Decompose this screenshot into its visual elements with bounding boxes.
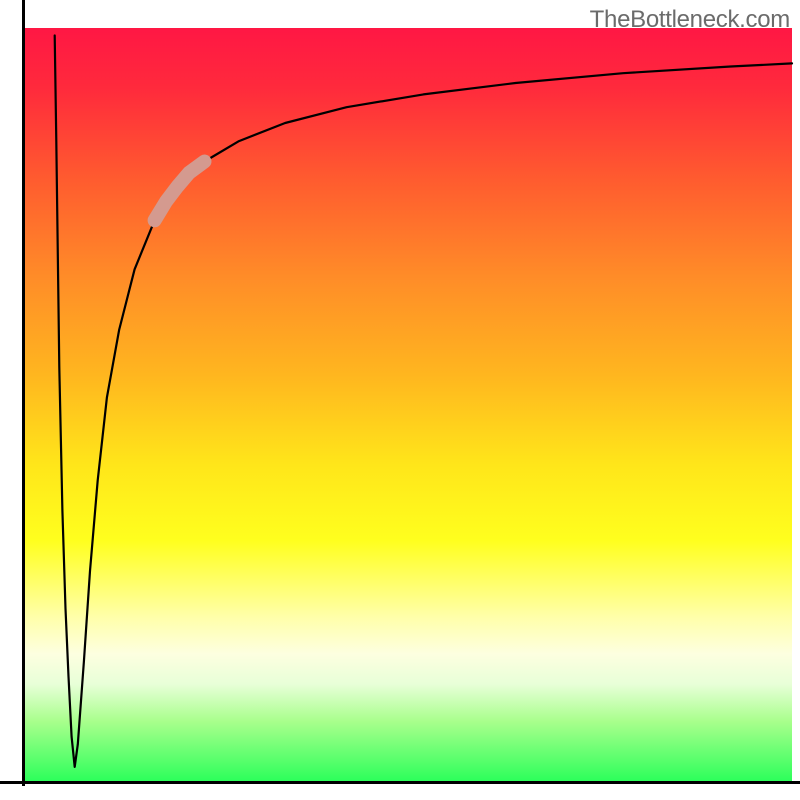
- y-axis: [22, 0, 25, 786]
- bottleneck-curve: [55, 36, 792, 767]
- chart-container: TheBottleneck.com: [0, 0, 800, 800]
- x-axis: [0, 781, 800, 784]
- curve-layer: [24, 28, 792, 782]
- highlight-segment: [155, 162, 205, 221]
- watermark-text: TheBottleneck.com: [590, 6, 790, 34]
